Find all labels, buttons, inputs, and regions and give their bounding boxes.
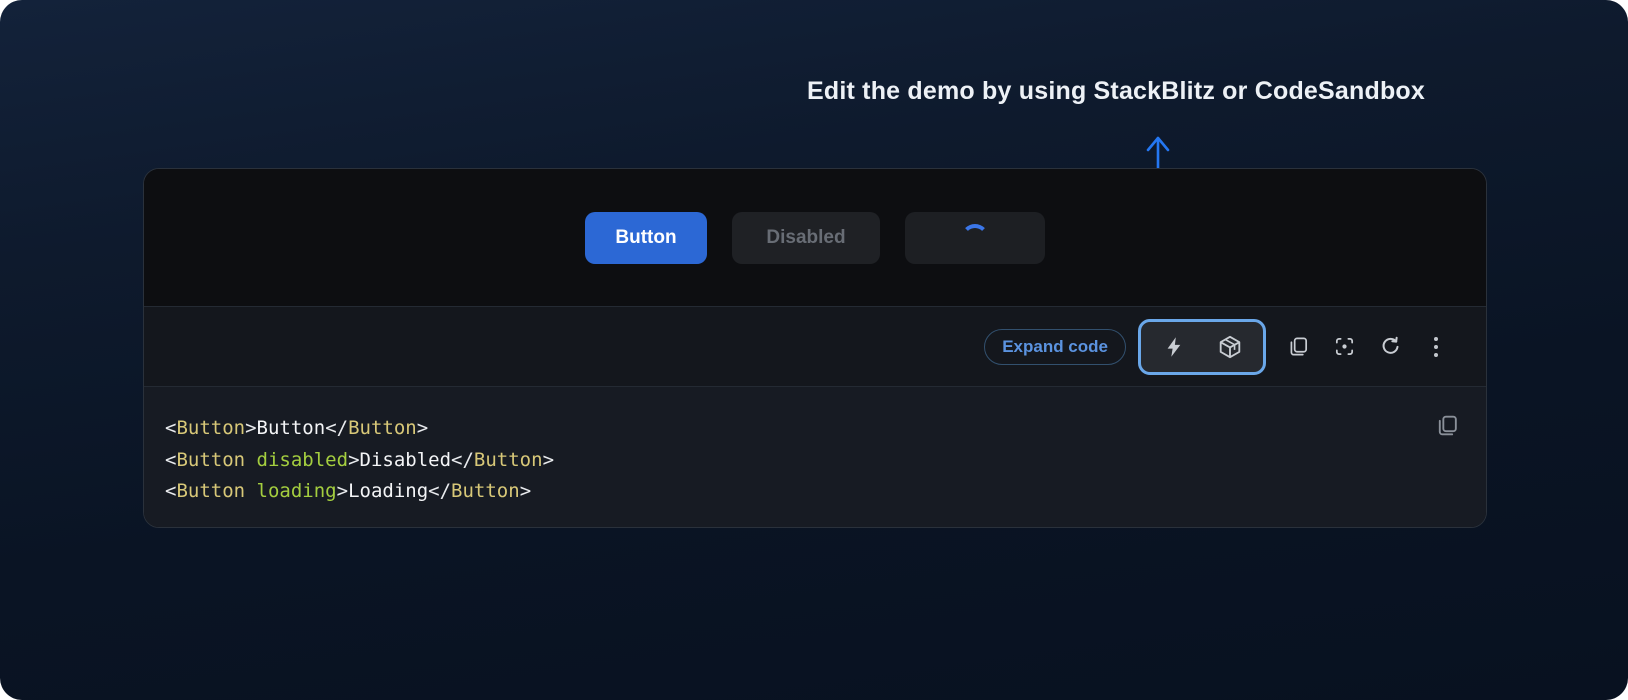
more-options-button[interactable] [1418, 329, 1454, 365]
demo-toolbar: Expand code [144, 306, 1486, 386]
demo-card: Button Disabled Expand code [143, 168, 1487, 528]
primary-button[interactable]: Button [585, 212, 707, 264]
edit-sandbox-group [1138, 319, 1266, 375]
disabled-button-label: Disabled [766, 227, 845, 249]
loading-button[interactable] [905, 212, 1045, 264]
page-background: Edit the demo by using StackBlitz or Cod… [0, 0, 1628, 700]
codesandbox-button[interactable] [1212, 329, 1248, 365]
focus-icon [1333, 335, 1356, 358]
code-line: <Button>Button</Button> [165, 413, 1426, 445]
refresh-icon [1379, 335, 1402, 358]
code-block: <Button>Button</Button><Button disabled>… [144, 386, 1486, 528]
copy-code-button[interactable] [1280, 329, 1316, 365]
expand-code-label: Expand code [1002, 337, 1108, 357]
stackblitz-icon [1162, 335, 1186, 359]
stackblitz-button[interactable] [1156, 329, 1192, 365]
expand-code-button[interactable]: Expand code [984, 329, 1126, 365]
code-line: <Button loading>Loading</Button> [165, 476, 1426, 508]
copy-icon [1435, 413, 1460, 438]
primary-button-label: Button [615, 227, 676, 249]
annotation-title: Edit the demo by using StackBlitz or Cod… [780, 77, 1452, 106]
code-lines: <Button>Button</Button><Button disabled>… [165, 413, 1426, 508]
disabled-button: Disabled [732, 212, 880, 264]
loading-spinner-icon [961, 224, 989, 252]
more-icon [1434, 337, 1438, 357]
demo-preview-area: Button Disabled [144, 169, 1486, 306]
copy-icon [1287, 335, 1310, 358]
refresh-demo-button[interactable] [1372, 329, 1408, 365]
code-line: <Button disabled>Disabled</Button> [165, 445, 1426, 477]
codesandbox-icon [1217, 334, 1243, 360]
focus-demo-button[interactable] [1326, 329, 1362, 365]
copy-snippet-button[interactable] [1433, 411, 1462, 443]
